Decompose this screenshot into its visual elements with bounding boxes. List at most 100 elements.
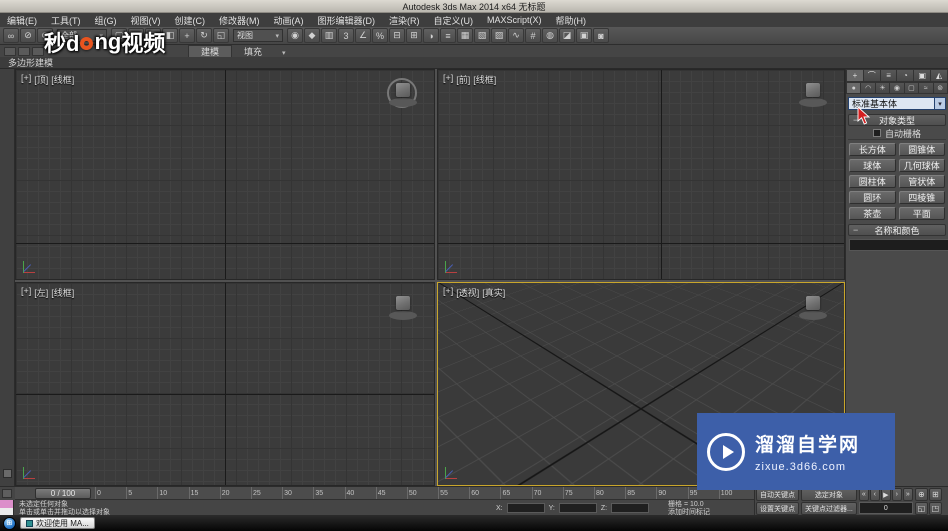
rendered-frame-window-icon[interactable]: ▣ — [576, 28, 592, 43]
unlink-selection-icon[interactable]: ⊘ — [20, 28, 36, 43]
primitive-button[interactable]: 几何球体 — [898, 159, 945, 172]
viewport-general-menu[interactable]: [+] — [443, 73, 453, 86]
ribbon-tab[interactable]: 填充 — [232, 45, 274, 57]
viewcube[interactable] — [386, 292, 420, 323]
menu-item[interactable]: 创建(C) — [168, 13, 213, 27]
maxscript-mini-listener[interactable] — [0, 500, 14, 516]
object-name-input[interactable] — [849, 239, 948, 251]
menu-item[interactable]: 自定义(U) — [427, 13, 481, 27]
set-key-button[interactable]: 设置关键点 — [756, 502, 799, 515]
select-and-move-icon[interactable]: + — [179, 28, 195, 43]
space-warps-icon[interactable]: ≈ — [919, 82, 934, 94]
title-bar[interactable]: Autodesk 3ds Max 2014 x64 无标题 — [0, 0, 948, 13]
taskbar-app-button[interactable]: 欢迎使用 MA... — [20, 517, 95, 529]
zoom-extents-all-icon[interactable]: ◳ — [928, 502, 942, 515]
material-editor-icon[interactable]: ◍ — [542, 28, 558, 43]
menu-item[interactable]: 组(G) — [88, 13, 124, 27]
menu-item[interactable]: 动画(A) — [267, 13, 311, 27]
primitive-button[interactable]: 圆锥体 — [898, 143, 945, 156]
start-button[interactable]: ⊞ — [3, 516, 16, 530]
mirror-icon[interactable]: ◑ — [423, 28, 439, 43]
select-and-link-icon[interactable]: ∞ — [3, 28, 19, 43]
menu-item[interactable]: 修改器(M) — [212, 13, 267, 27]
percent-snap-icon[interactable]: % — [372, 28, 388, 43]
menu-item[interactable]: 图形编辑器(D) — [311, 13, 383, 27]
spinner-snap-icon[interactable]: ⊟ — [389, 28, 405, 43]
systems-icon[interactable]: ⊚ — [933, 82, 948, 94]
viewport-shading-menu[interactable]: [真实] — [482, 286, 505, 299]
curve-editor-icon[interactable]: ∿ — [508, 28, 524, 43]
ribbon-icon[interactable] — [4, 47, 16, 56]
viewport-shading-menu[interactable]: [线框] — [473, 73, 496, 86]
edit-named-selection-sets-icon[interactable]: ⊞ — [406, 28, 422, 43]
primitive-button[interactable]: 四棱锥 — [898, 191, 945, 204]
time-slider-handle[interactable]: 0 / 100 — [35, 488, 91, 499]
timeline-ruler[interactable]: 0 5 10 15 20 25 30 35 40 45 50 55 60 65 70 75 80 85 90 95 10… — [95, 487, 750, 499]
z-coordinate-input[interactable] — [611, 503, 650, 513]
display-tab[interactable]: ▣ — [914, 69, 932, 82]
use-pivot-center-icon[interactable]: ◉ — [287, 28, 303, 43]
autogrid-checkbox[interactable] — [872, 129, 881, 137]
menu-item[interactable]: 工具(T) — [44, 13, 88, 27]
viewport-pov-menu[interactable]: [顶] — [34, 73, 48, 86]
menu-item[interactable]: 编辑(E) — [0, 13, 44, 27]
viewport-top[interactable]: [+] [顶] [线框] — [15, 69, 435, 280]
ribbon-icon[interactable] — [32, 47, 44, 56]
viewport-left[interactable]: [+] [左] [线框] — [15, 282, 435, 486]
select-and-rotate-icon[interactable]: ↻ — [196, 28, 212, 43]
render-production-icon[interactable]: ◙ — [593, 28, 609, 43]
viewport-shading-menu[interactable]: [线框] — [51, 73, 74, 86]
zoom-all-icon[interactable]: ⊞ — [928, 488, 942, 501]
helpers-icon[interactable]: ▢ — [904, 82, 920, 94]
hierarchy-tab[interactable]: ≡ — [880, 69, 898, 82]
primitive-button[interactable]: 管状体 — [898, 175, 945, 188]
key-filters-button[interactable]: 关键点过滤器... — [801, 502, 857, 515]
align-icon[interactable]: ≡ — [440, 28, 456, 43]
viewport-front[interactable]: [+] [前] [线框] — [437, 69, 845, 280]
ribbon-icon[interactable] — [18, 47, 30, 56]
x-coordinate-input[interactable] — [506, 503, 545, 513]
viewport-pov-menu[interactable]: [前] — [456, 73, 470, 86]
zoom-icon[interactable]: ⊕ — [914, 488, 928, 501]
keyboard-shortcut-override-icon[interactable]: ▥ — [321, 28, 337, 43]
ribbon-tab[interactable]: 建模 — [188, 45, 233, 57]
viewport-layout-tab-icon[interactable] — [3, 469, 12, 478]
select-and-scale-icon[interactable]: ◱ — [213, 28, 229, 43]
snaps-toggle-icon[interactable]: 3 — [338, 28, 354, 43]
cameras-icon[interactable]: ◉ — [890, 82, 905, 94]
menu-item[interactable]: 帮助(H) — [549, 13, 594, 27]
render-setup-icon[interactable]: ◪ — [559, 28, 575, 43]
viewport-pov-menu[interactable]: [左] — [34, 286, 48, 299]
angle-snap-icon[interactable]: ∠ — [355, 28, 371, 43]
shapes-icon[interactable]: ◠ — [861, 82, 876, 94]
viewcube[interactable] — [796, 292, 830, 323]
menu-item[interactable]: MAXScript(X) — [480, 13, 549, 27]
primitive-button[interactable]: 圆柱体 — [849, 175, 896, 188]
primitive-button[interactable]: 球体 — [849, 159, 896, 172]
geometry-icon[interactable]: ● — [846, 82, 862, 94]
ribbon-collapse-icon[interactable]: ▾ — [282, 49, 286, 57]
go-to-end-button[interactable]: » — [902, 488, 913, 501]
viewport-pov-menu[interactable]: [透视] — [456, 286, 479, 299]
toggle-ribbon-icon[interactable]: ▨ — [491, 28, 507, 43]
menu-item[interactable]: 渲染(R) — [382, 13, 427, 27]
primitive-button[interactable]: 长方体 — [849, 143, 896, 156]
track-bar[interactable]: 0 5 10 15 20 25 30 35 40 45 50 55 60 65 70 75 80 85 90 95 10… — [15, 487, 754, 500]
primitive-button[interactable]: 圆环 — [849, 191, 896, 204]
mini-curve-editor-toggle[interactable] — [2, 489, 12, 498]
menu-item[interactable]: 视图(V) — [124, 13, 168, 27]
lights-icon[interactable]: ☀ — [875, 82, 891, 94]
viewport-general-menu[interactable]: [+] — [21, 286, 31, 299]
name-color-rollout-header[interactable]: − 名称和颜色 — [848, 224, 946, 236]
zoom-extents-icon[interactable]: ◱ — [914, 502, 928, 515]
reference-coordinate-dropdown[interactable]: 视图 ▾ — [233, 29, 283, 42]
y-coordinate-input[interactable] — [558, 503, 597, 513]
utilities-tab[interactable]: ◭ — [931, 69, 948, 82]
primitive-button[interactable]: 茶壶 — [849, 207, 896, 220]
current-frame-input[interactable] — [858, 502, 913, 514]
viewport-shading-menu[interactable]: [线框] — [51, 286, 74, 299]
viewport-general-menu[interactable]: [+] — [21, 73, 31, 86]
viewcube[interactable] — [386, 78, 420, 110]
schematic-view-icon[interactable]: # — [525, 28, 541, 43]
create-tab[interactable]: + — [846, 69, 864, 82]
